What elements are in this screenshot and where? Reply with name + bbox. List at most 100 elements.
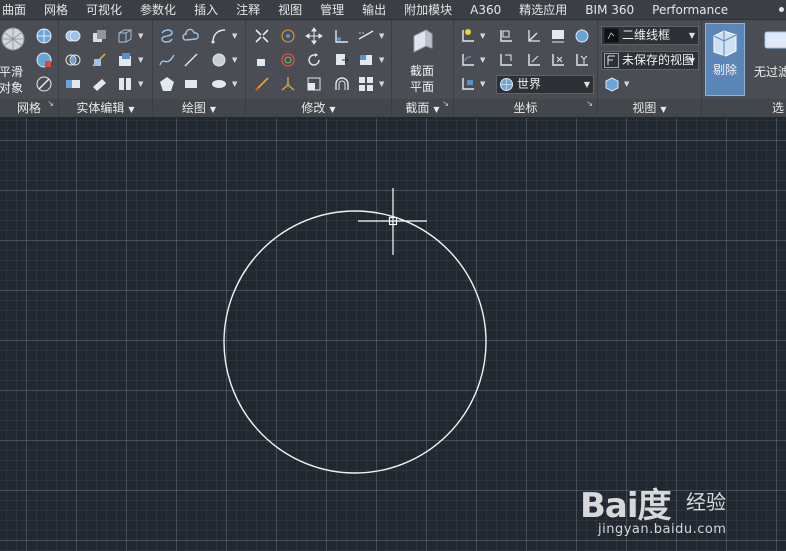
menu-item[interactable]: A360 bbox=[461, 0, 510, 20]
smooth-label-line1: 平滑 bbox=[0, 65, 23, 79]
3d-scale-icon[interactable] bbox=[278, 74, 298, 94]
chevron-down-icon: ▼ bbox=[688, 56, 695, 65]
arc-icon[interactable] bbox=[209, 26, 229, 46]
rotate-icon[interactable] bbox=[304, 50, 324, 70]
visual-style-combo[interactable]: 二维线框 ▼ bbox=[601, 26, 699, 45]
extract-edges-icon[interactable] bbox=[115, 50, 135, 70]
panel-launcher-icon[interactable]: ↘ bbox=[47, 95, 54, 113]
panel-title-modify[interactable]: 修改 ▼ bbox=[246, 99, 391, 117]
menu-item[interactable]: 注释 bbox=[227, 0, 269, 20]
intersect-icon[interactable] bbox=[63, 50, 83, 70]
no-filter-icon[interactable] bbox=[762, 28, 786, 54]
subtract-icon[interactable] bbox=[89, 26, 109, 46]
menu-item[interactable]: BIM 360 bbox=[576, 0, 643, 20]
menu-item[interactable]: 输出 bbox=[353, 0, 395, 20]
mesh-refine-icon[interactable] bbox=[34, 50, 54, 70]
panel-title-view[interactable]: 视图 ▼ bbox=[598, 99, 701, 117]
panel-mesh: 平滑 对象 网格 ↘ bbox=[0, 20, 59, 117]
offset-icon[interactable] bbox=[332, 74, 352, 94]
array-icon[interactable] bbox=[356, 74, 376, 94]
panel-section: 截面 平面 截面 ▼ ↘ bbox=[392, 20, 454, 117]
panel-title-draw[interactable]: 绘图 ▼ bbox=[153, 99, 245, 117]
3d-move-icon[interactable] bbox=[278, 26, 298, 46]
ucs-previous-icon[interactable] bbox=[496, 50, 516, 70]
circle-entity[interactable] bbox=[223, 210, 487, 474]
ucs-combo[interactable]: 世界 ▼ bbox=[496, 75, 594, 94]
section-plane-button[interactable]: 截面 平面 bbox=[398, 63, 446, 95]
box-solid-icon[interactable] bbox=[115, 26, 135, 46]
globe-icon bbox=[500, 78, 513, 91]
no-filter-label[interactable]: 无过滤 bbox=[754, 64, 786, 80]
ucs-world-icon[interactable] bbox=[524, 50, 544, 70]
mesh-crease-icon[interactable] bbox=[34, 74, 54, 94]
menu-item[interactable]: 附加模块 bbox=[395, 0, 461, 20]
copy-icon[interactable] bbox=[332, 50, 352, 70]
panel-title-section[interactable]: 截面 ▼ ↘ bbox=[392, 99, 453, 117]
menu-item[interactable]: 参数化 bbox=[131, 0, 185, 20]
union-icon[interactable] bbox=[63, 26, 83, 46]
panel-launcher-icon[interactable]: ↘ bbox=[442, 95, 449, 113]
move-icon[interactable] bbox=[304, 26, 324, 46]
circle-icon[interactable] bbox=[209, 50, 229, 70]
section-plane-label-line1: 截面 bbox=[409, 64, 434, 78]
thicken-icon[interactable] bbox=[89, 74, 109, 94]
ucs-x-icon[interactable] bbox=[548, 50, 568, 70]
spline-icon[interactable] bbox=[157, 50, 177, 70]
panel-title-mesh[interactable]: 网格 ↘ bbox=[0, 99, 58, 117]
section-plane-icon[interactable] bbox=[408, 26, 438, 56]
fillet-edge-icon[interactable] bbox=[332, 26, 352, 46]
3d-mirror-icon[interactable] bbox=[252, 74, 272, 94]
panel-view: 二维线框 ▼ 未保存的视图 ▼ ▼ 视图 ▼ bbox=[598, 20, 702, 117]
menu-item[interactable]: 精选应用 bbox=[510, 0, 576, 20]
ucs-object-icon[interactable] bbox=[458, 74, 478, 94]
ucs-origin-icon[interactable] bbox=[496, 26, 516, 46]
helix-icon[interactable] bbox=[157, 26, 177, 46]
polygon-icon[interactable] bbox=[157, 74, 177, 94]
panel-title-coordinates[interactable]: 坐标 ↘ bbox=[454, 99, 597, 117]
panel-launcher-icon[interactable]: ↘ bbox=[586, 95, 593, 113]
scale-icon[interactable] bbox=[304, 74, 324, 94]
menu-item[interactable]: Performance bbox=[643, 0, 737, 20]
ucs-y-icon[interactable] bbox=[572, 50, 592, 70]
ellipse-icon[interactable] bbox=[209, 74, 229, 94]
line-icon[interactable] bbox=[181, 50, 201, 70]
trim-icon[interactable] bbox=[356, 26, 376, 46]
panel-title-solid-edit[interactable]: 实体编辑 ▼ bbox=[59, 99, 152, 117]
smooth-object-button[interactable]: 平滑 对象 bbox=[0, 64, 24, 96]
ucs-z-axis-icon[interactable] bbox=[524, 26, 544, 46]
rectangle-icon[interactable] bbox=[181, 74, 201, 94]
panel-title-selection-partial[interactable]: 选 bbox=[702, 99, 786, 117]
menu-item[interactable]: 曲面 bbox=[0, 0, 35, 20]
cull-icon bbox=[710, 28, 740, 58]
menu-item[interactable]: 插入 bbox=[185, 0, 227, 20]
named-view-combo[interactable]: 未保存的视图 ▼ bbox=[601, 51, 699, 70]
menu-item[interactable]: 可视化 bbox=[77, 0, 131, 20]
menu-item[interactable]: 视图 bbox=[269, 0, 311, 20]
drawing-canvas[interactable]: Bai度 经验 jingyan.baidu.com bbox=[0, 118, 786, 551]
explode-icon[interactable] bbox=[252, 26, 272, 46]
panel-selection: 剔除 无过滤 选 bbox=[702, 20, 786, 117]
menu-item[interactable]: 网格 bbox=[35, 0, 77, 20]
ucs-view-icon[interactable] bbox=[548, 26, 568, 46]
view-cube-icon[interactable] bbox=[602, 74, 622, 94]
crosshair-cursor bbox=[358, 188, 427, 255]
menu-item[interactable]: 管理 bbox=[311, 0, 353, 20]
menu-bar: 曲面 网格 可视化 参数化 插入 注释 视图 管理 输出 附加模块 A360 精选应用 BIM 360 P… bbox=[0, 0, 786, 20]
ucs-icon[interactable] bbox=[458, 26, 478, 46]
separate-icon[interactable] bbox=[115, 74, 135, 94]
3d-rotate-icon[interactable] bbox=[278, 50, 298, 70]
smooth-object-icon[interactable] bbox=[0, 26, 26, 52]
panel-modify: ▼ ▼ ▼ 修改 ▼ bbox=[246, 20, 392, 117]
ucs-3point-icon[interactable] bbox=[458, 50, 478, 70]
interfere-icon[interactable] bbox=[63, 74, 83, 94]
baidu-jingyan-watermark: Bai度 经验 jingyan.baidu.com bbox=[576, 472, 746, 547]
revision-cloud-icon[interactable] bbox=[181, 26, 201, 46]
cull-button[interactable]: 剔除 bbox=[705, 23, 745, 96]
stretch-icon[interactable] bbox=[356, 50, 376, 70]
panel-draw: ▼ ▼ ▼ 绘图 ▼ bbox=[153, 20, 246, 117]
more-menu-icon[interactable] bbox=[779, 7, 784, 12]
ucs-named-icon[interactable] bbox=[572, 26, 592, 46]
mesh-globe-icon[interactable] bbox=[34, 26, 54, 46]
slice-icon[interactable] bbox=[89, 50, 109, 70]
3d-align-icon[interactable] bbox=[252, 50, 272, 70]
